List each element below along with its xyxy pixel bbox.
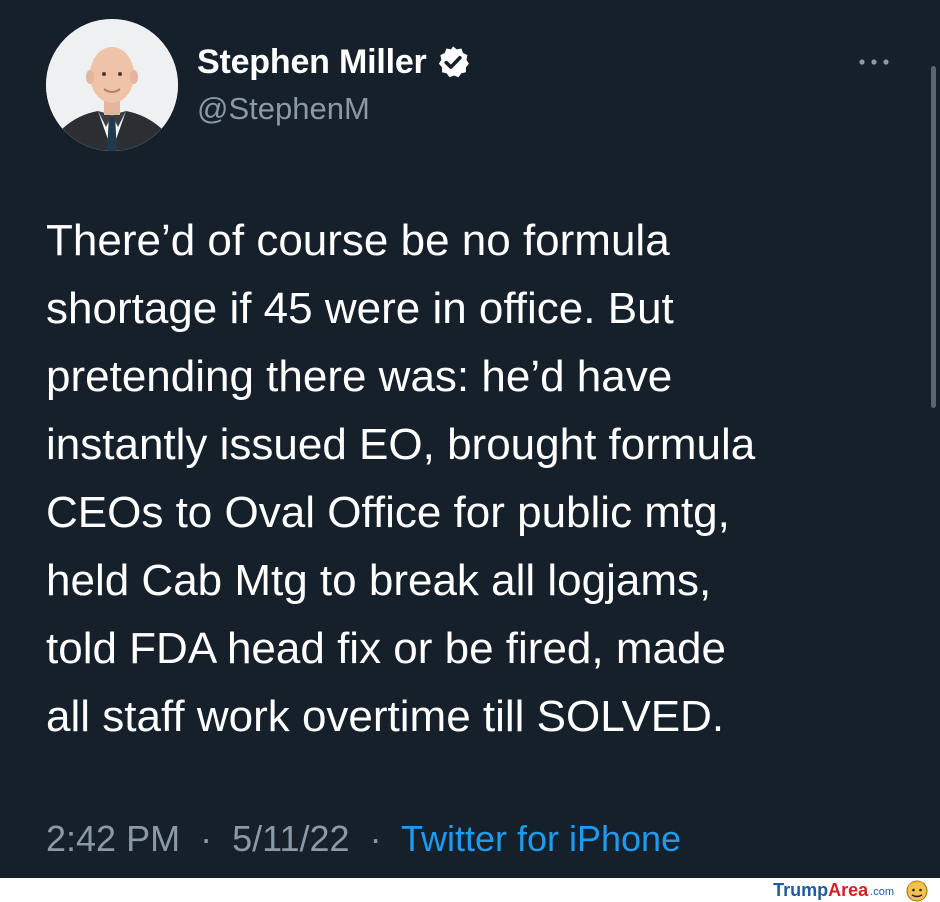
tweet-meta: 2:42 PM · 5/11/22 · Twitter for iPhone: [46, 814, 681, 864]
display-name[interactable]: Stephen Miller: [197, 42, 427, 82]
tweet-text: There’d of course be no formula shortage…: [46, 207, 916, 751]
tweet-text-line: There’d of course be no formula: [46, 216, 670, 265]
tweet-date[interactable]: 5/11/22: [232, 818, 349, 859]
watermark-text-area: Area: [828, 879, 869, 900]
tweet-text-line: CEOs to Oval Office for public mtg,: [46, 488, 730, 537]
tweet-text-line: all staff work overtime till SOLVED.: [46, 692, 725, 741]
watermark-text-trump: Trump: [773, 879, 829, 900]
watermark-logo-icon: [906, 880, 928, 902]
page: Stephen Miller @StephenM There’d of cour…: [0, 0, 940, 902]
verified-badge-icon: [438, 46, 469, 78]
scrollbar[interactable]: [929, 0, 940, 878]
tweet-card: Stephen Miller @StephenM There’d of cour…: [0, 0, 940, 878]
tweet-text-line: instantly issued EO, brought formula: [46, 420, 756, 469]
tweet-source-link[interactable]: Twitter for iPhone: [401, 818, 681, 859]
tweet-time[interactable]: 2:42 PM: [46, 818, 180, 859]
tweet-text-line: shortage if 45 were in office. But: [46, 284, 674, 333]
scrollbar-thumb[interactable]: [931, 66, 936, 408]
avatar[interactable]: [46, 19, 178, 151]
user-name-row: Stephen Miller: [197, 42, 471, 82]
meta-separator: ·: [200, 818, 213, 859]
meta-separator: ·: [369, 818, 382, 859]
watermark-text-suffix: .com: [870, 886, 894, 898]
tweet-text-line: pretending there was: he’d have: [46, 352, 673, 401]
tweet-text-line: told FDA head fix or be fired, made: [46, 624, 726, 673]
tweet-text-line: held Cab Mtg to break all logjams,: [46, 556, 712, 605]
watermark: Trump Area .com: [773, 878, 930, 902]
more-options-icon[interactable]: [856, 52, 892, 72]
user-handle[interactable]: @StephenM: [197, 90, 370, 128]
avatar-image: [46, 19, 178, 151]
